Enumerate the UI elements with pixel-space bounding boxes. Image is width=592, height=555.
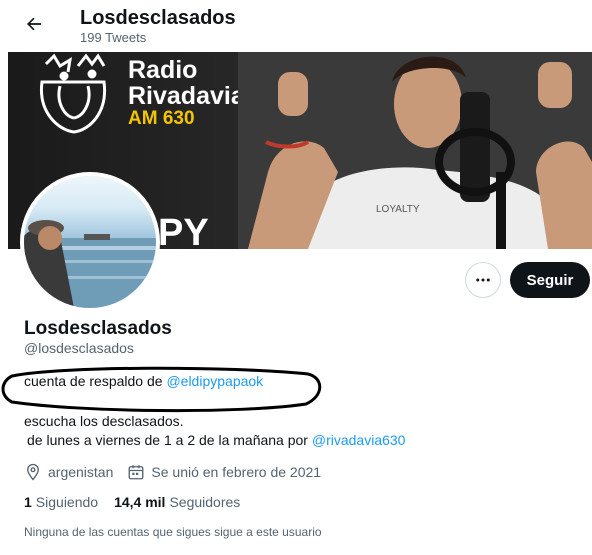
- mention-link-eldipypapaok[interactable]: @eldipypapaok: [166, 373, 263, 389]
- profile-name: Losdesclasados: [24, 318, 172, 339]
- joined-date: Se unió en febrero de 2021: [151, 464, 322, 480]
- tweet-count: 199 Tweets: [80, 30, 147, 45]
- avatar[interactable]: [20, 172, 160, 312]
- following-count: 1: [24, 494, 32, 510]
- arrow-left-icon: [27, 17, 41, 31]
- followers-you-know-notice: Ninguna de las cuentas que sigues sigue …: [24, 525, 322, 539]
- profile-header: Losdesclasados 199 Tweets: [0, 0, 592, 52]
- logo-am-text: AM 630: [128, 108, 195, 129]
- more-options-button[interactable]: [465, 262, 501, 298]
- bio-line-1: cuenta de respaldo de @eldipypapaok: [24, 373, 263, 389]
- following-link[interactable]: 1 Siguiendo: [24, 494, 98, 510]
- followers-count: 14,4 mil: [114, 494, 166, 510]
- profile-meta: argenistan Se unió en febrero de 2021: [24, 462, 321, 482]
- mention-link-rivadavia630[interactable]: @rivadavia630: [312, 432, 406, 448]
- bio-line-1-text: cuenta de respaldo de: [24, 373, 167, 389]
- location-text: argenistan: [48, 464, 114, 480]
- bio-line-2: escucha los desclasados.: [24, 413, 184, 429]
- profile-handle: @losdesclasados: [24, 340, 134, 356]
- bio-line-3: de lunes a viernes de 1 a 2 de la mañana…: [27, 432, 405, 448]
- logo-radio-text: Radio: [128, 56, 197, 84]
- following-label: Siguiendo: [35, 494, 99, 510]
- back-button[interactable]: [20, 10, 48, 38]
- banner-person-photo: LOYALTY: [238, 52, 592, 249]
- header-title: Losdesclasados: [80, 7, 236, 29]
- banner-partial-text: PY: [158, 212, 209, 249]
- followers-link[interactable]: 14,4 mil Seguidores: [114, 494, 240, 510]
- shirt-text: LOYALTY: [376, 204, 420, 215]
- logo-rivadavia-text: Rivadavia: [128, 82, 246, 110]
- more-icon: [476, 278, 490, 282]
- bio-line-3-text: de lunes a viernes de 1 a 2 de la mañana…: [27, 432, 312, 448]
- followers-label: Seguidores: [169, 494, 241, 510]
- follow-button[interactable]: Seguir: [510, 262, 590, 298]
- calendar-icon: [127, 463, 145, 481]
- location-icon: [24, 463, 42, 481]
- follow-stats: 1 Siguiendo 14,4 mil Seguidores: [24, 494, 240, 510]
